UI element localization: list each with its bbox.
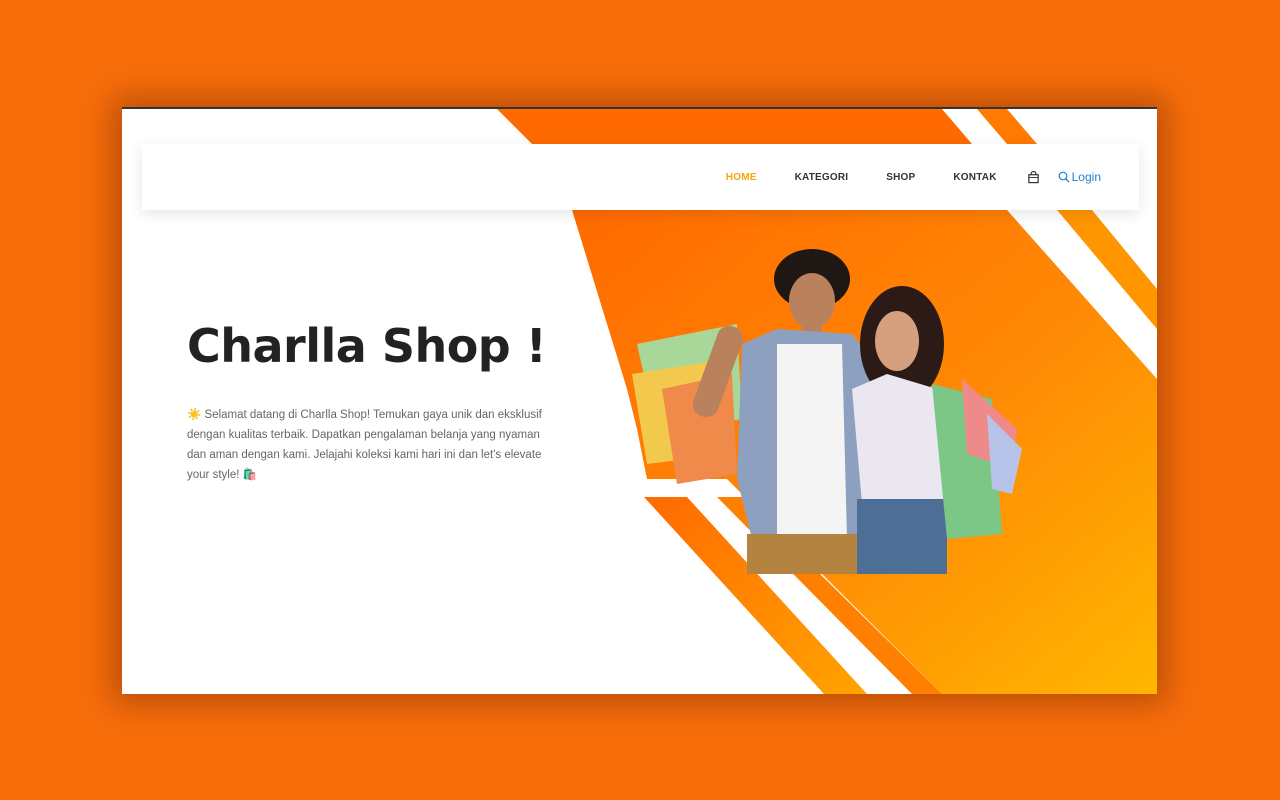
hero-couple-shopping-image bbox=[632, 249, 1022, 574]
website-frame: HOME KATEGORI SHOP KONTAK Login Charlla … bbox=[122, 107, 1157, 694]
woman-jeans bbox=[857, 499, 947, 574]
hero-description-text: Selamat datang di Charlla Shop! Temukan … bbox=[187, 409, 542, 481]
shopping-bag-icon bbox=[1027, 170, 1039, 183]
hero-title: Charlla Shop ! bbox=[187, 319, 547, 373]
sun-emoji: ☀️ bbox=[187, 409, 202, 421]
nav-shop[interactable]: SHOP bbox=[886, 172, 915, 183]
top-navbar: HOME KATEGORI SHOP KONTAK Login bbox=[142, 144, 1139, 210]
nav-kategori[interactable]: KATEGORI bbox=[795, 172, 849, 183]
woman-face bbox=[875, 311, 919, 371]
login-label: Login bbox=[1071, 170, 1101, 184]
man-tshirt bbox=[777, 344, 847, 539]
search-icon bbox=[1058, 171, 1070, 183]
nav-kontak[interactable]: KONTAK bbox=[953, 172, 996, 183]
shopping-bags-emoji: 🛍️ bbox=[242, 469, 257, 481]
nav-home[interactable]: HOME bbox=[726, 172, 757, 183]
man-pants bbox=[747, 534, 867, 574]
login-link[interactable]: Login bbox=[1058, 170, 1101, 184]
man-face bbox=[789, 273, 835, 329]
cart-button[interactable] bbox=[1027, 170, 1040, 184]
hero-description: ☀️ Selamat datang di Charlla Shop! Temuk… bbox=[187, 405, 552, 485]
